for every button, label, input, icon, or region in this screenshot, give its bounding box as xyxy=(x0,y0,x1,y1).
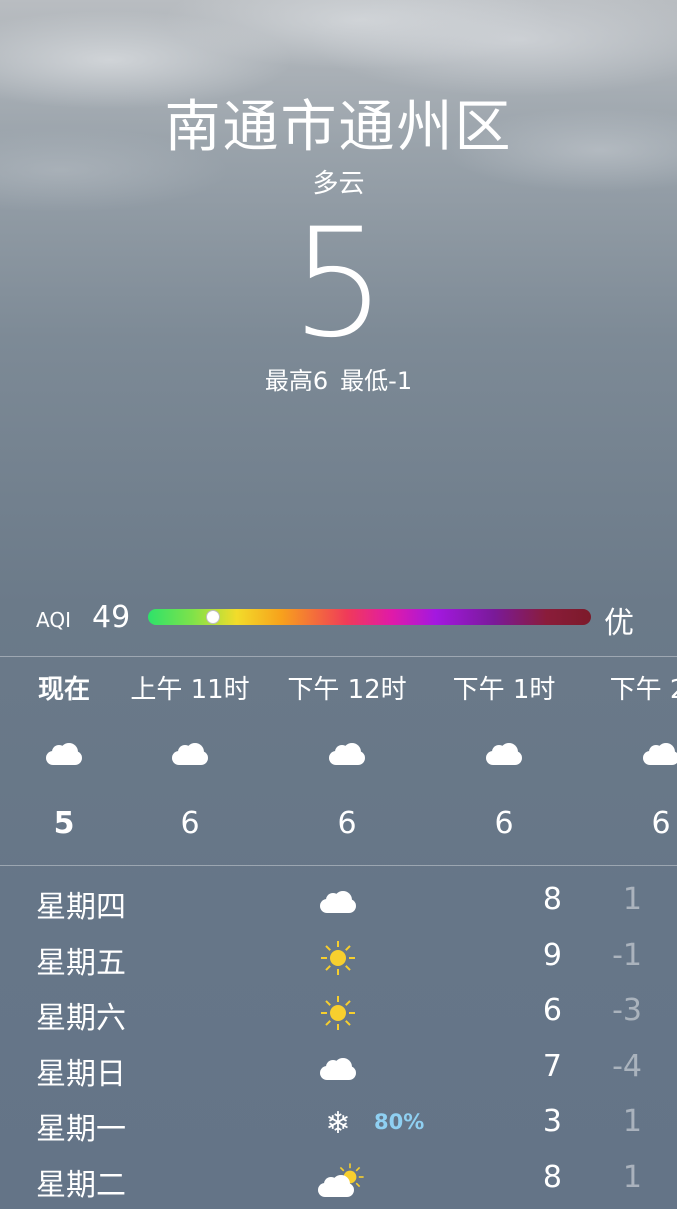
day-icon-wrap xyxy=(318,1160,364,1200)
hourly-forecast[interactable]: 现在5上午 11时6下午 12时6下午 1时6下午 2时6 xyxy=(0,658,677,864)
hour-temp: 6 xyxy=(337,806,357,841)
aqi-value: 49 xyxy=(92,600,131,635)
day-high: 7 xyxy=(542,1048,562,1084)
aqi-row[interactable]: AQI 49 优 xyxy=(0,596,677,642)
day-low: -4 xyxy=(612,1048,642,1084)
aqi-indicator xyxy=(205,610,220,624)
hour-icon-wrap xyxy=(419,722,589,786)
day-low: 1 xyxy=(622,882,642,917)
daily-row: 星期五 9 -1 xyxy=(0,930,677,986)
daily-row: 星期四 8 1 xyxy=(0,874,677,930)
divider xyxy=(0,656,677,657)
hourly-item: 下午 1时 6 xyxy=(419,658,589,862)
hourly-item: 下午 2时 6 xyxy=(576,658,677,862)
day-icon-wrap xyxy=(318,882,358,922)
day-name: 星期二 xyxy=(36,1167,126,1203)
hour-temp: 6 xyxy=(494,806,514,841)
low-temperature: 最低-1 xyxy=(340,367,413,395)
day-name: 星期日 xyxy=(36,1056,126,1092)
location-name: 南通市通州区 xyxy=(164,95,513,160)
cloud-icon xyxy=(320,1057,356,1080)
cloud-icon xyxy=(46,743,82,765)
cloud-icon xyxy=(329,743,365,765)
cloud-icon xyxy=(643,743,677,765)
sun-icon xyxy=(320,995,356,1031)
current-weather-header: 南通市通州区 多云 5 最高6 最低-1 xyxy=(0,92,677,398)
hour-icon-wrap xyxy=(262,722,432,786)
hourly-item: 下午 12时 6 xyxy=(262,658,432,862)
hour-time: 下午 2时 xyxy=(609,675,677,705)
hour-temp: 6 xyxy=(651,806,671,841)
divider xyxy=(0,865,677,866)
day-icon-wrap xyxy=(318,1049,358,1089)
high-low-temperature: 最高6 最低-1 xyxy=(0,364,677,398)
hour-time: 下午 1时 xyxy=(452,675,556,705)
precip-chance: 80% xyxy=(374,1110,425,1134)
day-name: 星期五 xyxy=(36,945,126,981)
day-high: 6 xyxy=(542,993,562,1028)
current-temperature: 5 xyxy=(290,197,387,371)
day-high: 9 xyxy=(542,937,562,973)
hourly-item: 上午 11时 6 xyxy=(105,658,275,862)
partly-cloudy-icon xyxy=(318,1161,364,1199)
day-icon-wrap: ❄ xyxy=(318,1104,358,1144)
day-low: -1 xyxy=(612,937,642,973)
cloud-icon xyxy=(172,743,208,765)
day-high: 8 xyxy=(542,1159,562,1195)
aqi-label: AQI xyxy=(36,608,71,632)
daily-forecast[interactable]: 星期四 8 1 星期五 9 -1 星期六 6 -3 星期日 7 -4 星期一 ❄ 80% 3 1 星期二 8 1 xyxy=(0,874,677,1207)
day-name: 星期一 xyxy=(36,1112,126,1147)
cloud-icon xyxy=(486,743,522,765)
day-high: 8 xyxy=(542,882,562,917)
sun-icon xyxy=(320,940,356,976)
snowflake-icon: ❄ xyxy=(325,1106,351,1141)
daily-row: 星期二 8 1 xyxy=(0,1152,677,1208)
hour-time: 上午 11时 xyxy=(130,675,250,705)
daily-row: 星期一 ❄ 80% 3 1 xyxy=(0,1096,677,1152)
hour-icon-wrap xyxy=(105,722,275,786)
cloud-icon xyxy=(320,891,356,913)
day-low: 1 xyxy=(622,1104,642,1139)
aqi-level: 优 xyxy=(604,606,634,641)
hour-icon-wrap xyxy=(576,722,677,786)
day-icon-wrap xyxy=(318,993,358,1033)
hour-temp: 6 xyxy=(180,806,200,841)
day-low: 1 xyxy=(622,1159,642,1195)
daily-row: 星期日 7 -4 xyxy=(0,1041,677,1097)
day-icon-wrap xyxy=(318,938,358,978)
day-name: 星期六 xyxy=(36,1001,126,1036)
day-high: 3 xyxy=(542,1104,562,1139)
hour-time: 下午 12时 xyxy=(287,675,407,705)
day-low: -3 xyxy=(612,993,642,1028)
daily-row: 星期六 6 -3 xyxy=(0,985,677,1041)
high-temperature: 最高6 xyxy=(264,367,329,395)
aqi-scale-bar xyxy=(148,609,591,625)
day-name: 星期四 xyxy=(36,890,126,925)
